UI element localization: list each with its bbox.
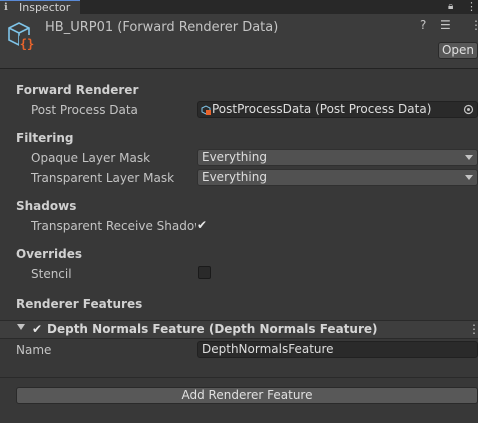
transparent-layer-mask-dropdown[interactable]: Everything — [197, 169, 478, 186]
opaque-layer-mask-dropdown[interactable]: Everything — [197, 149, 478, 166]
post-process-data-value: PostProcessData (Post Process Data) — [212, 102, 432, 116]
transparent-layer-mask-value: Everything — [202, 170, 267, 184]
help-icon[interactable]: ? — [420, 19, 426, 31]
tab-label: Inspector — [19, 1, 71, 14]
kebab-menu-icon[interactable]: ⋮ — [466, 0, 477, 13]
transparent-layer-mask-label: Transparent Layer Mask — [31, 171, 175, 185]
object-picker-icon[interactable] — [463, 104, 474, 115]
post-process-data-field[interactable]: PostProcessData (Post Process Data) — [197, 101, 478, 118]
overrides-heading: Overrides — [16, 247, 82, 261]
forward-renderer-heading: Forward Renderer — [16, 83, 139, 97]
svg-text:{}: {} — [20, 37, 34, 51]
opaque-layer-mask-label: Opaque Layer Mask — [31, 151, 151, 165]
depth-normals-feature-header[interactable]: ✔ Depth Normals Feature (Depth Normals F… — [0, 320, 478, 339]
stencil-label: Stencil — [31, 267, 72, 281]
post-process-data-label: Post Process Data — [31, 103, 138, 117]
feature-enabled-checkbox[interactable]: ✔ — [32, 323, 42, 335]
feature-name-value: DepthNormalsFeature — [202, 342, 334, 356]
transparent-receive-shadows-label: Transparent Receive Shadows — [31, 219, 196, 233]
asset-title: HB_URP01 (Forward Renderer Data) — [45, 20, 279, 35]
add-renderer-feature-button[interactable]: Add Renderer Feature — [16, 387, 478, 404]
transparent-receive-shadows-checkbox[interactable]: ✔ — [197, 218, 207, 232]
open-button[interactable]: Open — [438, 42, 478, 59]
feature-title: Depth Normals Feature (Depth Normals Fea… — [47, 322, 378, 336]
stencil-checkbox[interactable] — [198, 266, 211, 279]
tab-bar: ℹ Inspector 🔒︎ ⋮ — [0, 0, 478, 14]
feature-name-label: Name — [16, 343, 52, 357]
kebab-menu-icon[interactable]: ⋮ — [470, 19, 478, 31]
foldout-arrow-icon[interactable] — [17, 324, 25, 330]
feature-name-field[interactable]: DepthNormalsFeature — [197, 341, 478, 358]
settings-icon[interactable]: ☰ — [440, 19, 451, 31]
dropdown-arrow-icon — [465, 175, 473, 180]
checkmark-icon: ✔ — [197, 218, 208, 232]
kebab-menu-icon[interactable]: ⋮ — [468, 322, 478, 337]
scriptable-object-icon: {} — [8, 22, 35, 51]
divider — [0, 377, 478, 378]
renderer-features-heading: Renderer Features — [16, 297, 143, 311]
tab-inspector[interactable]: ℹ Inspector — [0, 0, 80, 14]
asset-reference-icon — [201, 105, 211, 115]
opaque-layer-mask-value: Everything — [202, 150, 267, 164]
dropdown-arrow-icon — [465, 155, 473, 160]
shadows-heading: Shadows — [16, 199, 77, 213]
info-icon: ℹ — [4, 2, 8, 13]
lock-icon[interactable]: 🔒︎ — [448, 0, 453, 13]
filtering-heading: Filtering — [16, 131, 74, 145]
